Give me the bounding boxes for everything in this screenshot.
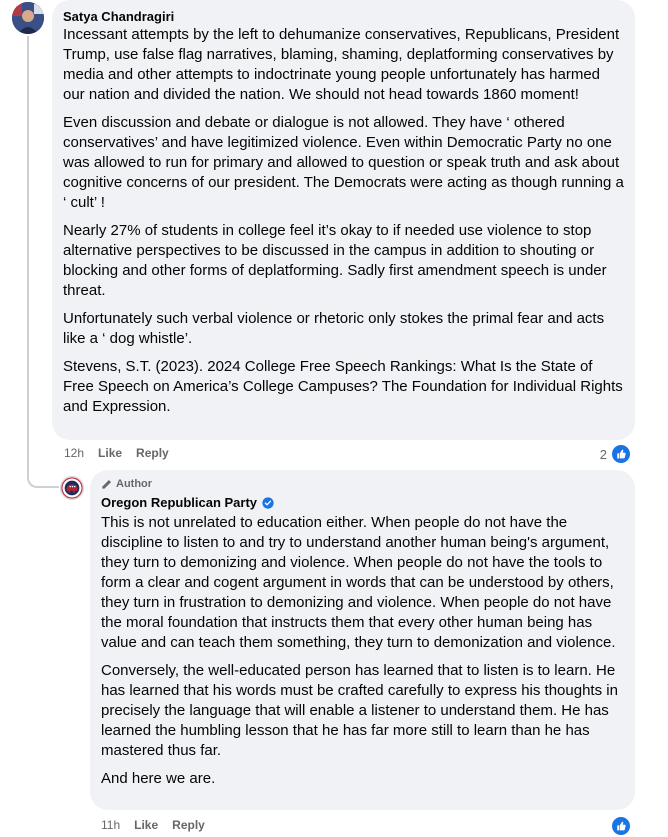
comment-timestamp[interactable]: 11h	[101, 817, 120, 833]
avatar[interactable]	[60, 476, 84, 500]
comment-paragraph: Stevens, S.T. (2023). 2024 College Free …	[63, 358, 623, 415]
like-thumb-icon	[610, 815, 632, 837]
avatar-photo	[12, 2, 44, 34]
comment-paragraph: Incessant attempts by the left to dehuma…	[63, 26, 620, 103]
like-button[interactable]: Like	[134, 817, 158, 833]
comment-author-name[interactable]: Oregon Republican Party	[101, 494, 257, 511]
like-thumb-icon	[610, 443, 632, 465]
author-badge: Author	[101, 477, 624, 491]
comment-paragraph: And here we are.	[101, 770, 216, 787]
comment-paragraph: Conversely, the well-educated person has…	[101, 662, 618, 759]
author-badge-label: Author	[116, 478, 153, 490]
gop-logo-avatar	[61, 477, 83, 499]
reply-button[interactable]: Reply	[172, 817, 205, 833]
comment-actions: 12h Like Reply	[64, 445, 169, 461]
reaction-count: 2	[599, 446, 607, 462]
comment-bubble: Satya Chandragiri Incessant attempts by …	[52, 0, 635, 440]
verified-badge-icon	[262, 496, 274, 509]
comment-paragraph: This is not unrelated to education eithe…	[101, 514, 616, 651]
comment-text: This is not unrelated to education eithe…	[101, 513, 624, 789]
comment-actions: 11h Like Reply	[101, 817, 205, 833]
reaction-summary[interactable]	[610, 815, 632, 837]
comment-timestamp[interactable]: 12h	[64, 445, 84, 461]
pencil-icon	[102, 479, 111, 489]
comment-paragraph: Unfortunately such verbal violence or rh…	[63, 310, 605, 347]
like-button[interactable]: Like	[98, 445, 122, 461]
reaction-summary[interactable]: 2	[600, 443, 632, 465]
comment-text: Incessant attempts by the left to dehuma…	[63, 25, 624, 417]
comment-author-name[interactable]: Satya Chandragiri	[63, 8, 624, 25]
avatar[interactable]	[12, 2, 44, 34]
comment-paragraph: Even discussion and debate or dialogue i…	[63, 114, 624, 211]
reply-button[interactable]: Reply	[136, 445, 169, 461]
reply-bubble: Author Oregon Republican Party This is n…	[90, 470, 635, 810]
comment-paragraph: Nearly 27% of students in college feel i…	[63, 222, 607, 299]
